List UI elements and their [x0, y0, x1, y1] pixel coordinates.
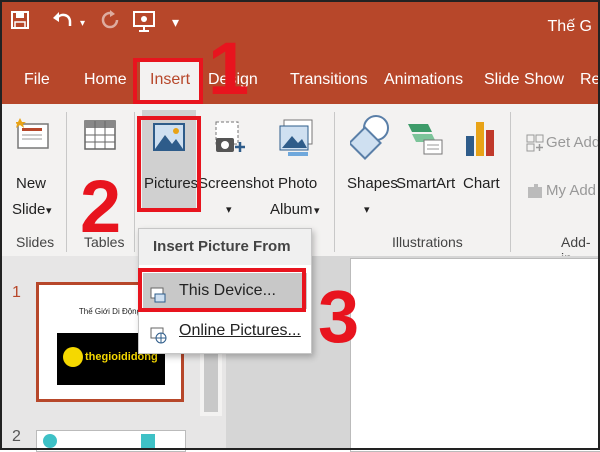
shapes-dropdown-icon[interactable]: ▾ [364, 200, 370, 220]
thumb-shape [43, 434, 57, 448]
get-addins-label[interactable]: Get Add [546, 133, 600, 153]
screenshot-icon[interactable] [212, 120, 248, 161]
new-slide-icon [14, 118, 50, 155]
thumb-shape [141, 434, 155, 448]
tab-animations[interactable]: Animations [384, 70, 463, 90]
separator [334, 112, 335, 252]
callout-box-pictures [137, 116, 201, 212]
smartart-icon[interactable] [406, 118, 444, 163]
photo-album-label-1[interactable]: Photo [278, 174, 317, 194]
slide-number-1: 1 [12, 284, 21, 301]
title-bar: ▾ ▾ Thế G [0, 0, 600, 58]
photo-album-dropdown-icon[interactable]: ▾ [314, 201, 320, 221]
my-addins-label[interactable]: My Add [546, 181, 596, 201]
undo-icon[interactable] [52, 10, 74, 34]
store-icon[interactable] [526, 134, 544, 157]
tab-slide-show[interactable]: Slide Show [484, 70, 564, 90]
photo-album-label-2[interactable]: Album [270, 200, 313, 220]
smartart-label[interactable]: SmartArt [396, 174, 455, 194]
redo-icon[interactable] [100, 10, 120, 34]
shapes-label[interactable]: Shapes [347, 174, 398, 194]
logo-icon [63, 347, 83, 367]
separator [134, 112, 135, 252]
chart-label[interactable]: Chart [463, 174, 500, 194]
new-slide-label-1[interactable]: New [16, 174, 46, 194]
slide-thumbnail-2[interactable] [36, 430, 186, 452]
start-slideshow-icon[interactable] [132, 10, 156, 36]
new-slide-dropdown-icon[interactable]: ▾ [46, 201, 52, 221]
step-number-1: 1 [208, 27, 250, 110]
shapes-icon[interactable] [348, 114, 390, 165]
screenshot-dropdown-icon[interactable]: ▾ [226, 200, 232, 220]
table-icon[interactable] [84, 120, 116, 155]
dropdown-header: Insert Picture From [139, 229, 311, 265]
online-pictures-item[interactable]: Online Pictures... [143, 313, 307, 349]
slide-number-2: 2 [12, 428, 21, 445]
menu-bar: File Home Insert Design Transitions Anim… [0, 58, 600, 104]
callout-box-this-device [138, 268, 306, 312]
photo-album-icon[interactable] [278, 118, 316, 163]
new-slide-label-2[interactable]: Slide [12, 200, 45, 220]
tab-file[interactable]: File [24, 70, 50, 90]
tab-review[interactable]: Re [580, 70, 600, 90]
separator [66, 112, 67, 252]
callout-box-insert [133, 58, 203, 104]
group-slides-label: Slides [16, 234, 55, 250]
online-pictures-icon [149, 322, 167, 358]
save-icon[interactable] [10, 10, 30, 34]
undo-dropdown-icon[interactable]: ▾ [80, 14, 85, 34]
step-number-2: 2 [80, 165, 122, 248]
my-addins-icon[interactable] [526, 182, 544, 205]
customize-qat-icon[interactable]: ▾ [172, 12, 179, 32]
window-title: Thế G [547, 18, 592, 35]
tab-home[interactable]: Home [84, 70, 127, 90]
slide-editor[interactable] [350, 258, 600, 452]
tab-transitions[interactable]: Transitions [290, 70, 368, 90]
separator [510, 112, 511, 252]
online-pictures-label: Online Pictures... [179, 322, 301, 339]
group-illustrations-label: Illustrations [392, 234, 463, 250]
chart-icon[interactable] [464, 116, 498, 163]
screenshot-label[interactable]: Screenshot [198, 174, 274, 194]
step-number-3: 3 [318, 275, 360, 358]
